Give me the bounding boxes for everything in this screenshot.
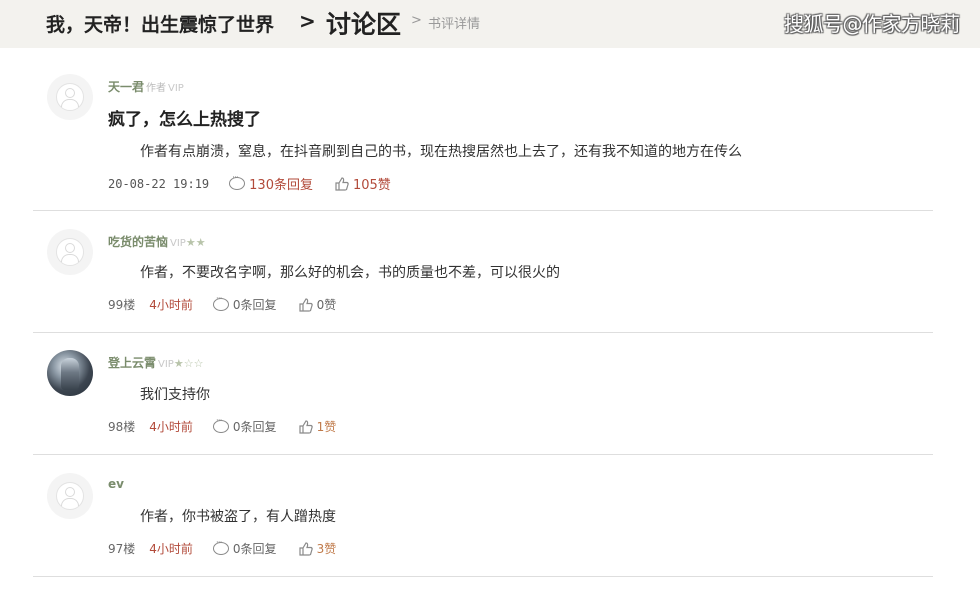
vip-badge: VIP xyxy=(168,83,184,94)
comment-item: 吃货的苦恼 VIP★★ 作者，不要改名字啊，那么好的机会，书的质量也不差，可以很火… xyxy=(33,211,933,333)
comment-item: 登上云霄VIP★☆☆ 我们支持你 98楼 4小时前 0条回复 1赞 xyxy=(33,333,933,455)
post-author[interactable]: 天一君 作者 VIP xyxy=(108,78,184,95)
comment-author[interactable]: 吃货的苦恼 VIP★★ xyxy=(108,233,206,250)
floor-number: 97楼 xyxy=(108,542,136,556)
reply-button[interactable]: 0条回复 xyxy=(212,416,277,435)
floor-number: 99楼 xyxy=(108,298,136,312)
reply-count: 0条回复 xyxy=(232,298,277,312)
breadcrumb-forum[interactable]: 讨论区 xyxy=(326,5,401,41)
like-button[interactable]: 3赞 xyxy=(298,540,337,557)
post-meta: 20-08-22 19:19 130条回复 105赞 xyxy=(108,173,391,193)
thumbs-up-icon xyxy=(298,419,313,434)
like-button[interactable]: 1赞 xyxy=(298,418,337,435)
comment-author[interactable]: ev xyxy=(108,477,124,491)
watermark: 搜狐号@作家方晓莉 xyxy=(784,12,960,36)
comment-meta: 97楼 4小时前 0条回复 3赞 xyxy=(108,538,337,557)
comment-bubble-icon xyxy=(212,294,229,311)
comment-time: 4小时前 xyxy=(149,542,193,556)
reply-button[interactable]: 130条回复 xyxy=(229,173,313,193)
like-count: 105赞 xyxy=(352,178,391,193)
comment-item: ev 作者，你书被盗了，有人蹭热度 97楼 4小时前 0条回复 3赞 xyxy=(33,455,933,577)
star-rating: ★★ xyxy=(185,236,206,249)
reply-button[interactable]: 0条回复 xyxy=(212,294,277,313)
comment-content: 我们支持你 xyxy=(140,387,210,403)
like-count: 1赞 xyxy=(316,420,337,434)
thumbs-up-icon xyxy=(298,297,313,312)
vip-badge: VIP xyxy=(158,359,174,370)
thumbs-up-icon xyxy=(298,541,313,556)
comment-content: 作者，你书被盗了，有人蹭热度 xyxy=(140,509,336,525)
reply-count: 130条回复 xyxy=(249,178,313,193)
star-rating: ★☆☆ xyxy=(173,357,204,370)
user-avatar-photo[interactable] xyxy=(47,350,93,396)
vip-badge: VIP xyxy=(170,238,186,249)
comment-meta: 98楼 4小时前 0条回复 1赞 xyxy=(108,416,337,435)
post-date: 20-08-22 19:19 xyxy=(108,176,210,191)
reply-count: 0条回复 xyxy=(232,542,277,556)
comment-bubble-icon xyxy=(212,416,229,433)
reply-button[interactable]: 0条回复 xyxy=(212,538,277,557)
reply-count: 0条回复 xyxy=(232,420,277,434)
username[interactable]: 登上云霄 xyxy=(108,356,156,370)
comment-time: 4小时前 xyxy=(149,298,193,312)
floor-number: 98楼 xyxy=(108,420,136,434)
comment-bubble-icon xyxy=(212,538,229,555)
comment-time: 4小时前 xyxy=(149,420,193,434)
post-title: 疯了，怎么上热搜了 xyxy=(108,110,261,130)
like-count: 0赞 xyxy=(316,298,337,312)
breadcrumb-book-title[interactable]: 我，天帝！出生震惊了世界 xyxy=(46,10,274,37)
comment-bubble-icon xyxy=(229,173,246,190)
username[interactable]: 吃货的苦恼 xyxy=(108,235,168,249)
breadcrumb-separator-small: > xyxy=(411,13,422,28)
comment-author[interactable]: 登上云霄 VIP★☆☆ xyxy=(108,354,203,371)
author-tag: 作者 xyxy=(146,83,167,94)
comment-meta: 99楼 4小时前 0条回复 0赞 xyxy=(108,294,337,313)
breadcrumb-review-detail: 书评详情 xyxy=(428,17,481,32)
username[interactable]: 天一君 xyxy=(108,80,144,94)
default-avatar-icon[interactable] xyxy=(47,473,93,519)
top-bar: 我，天帝！出生震惊了世界 > 讨论区 > 书评详情 搜狐号@作家方晓莉 xyxy=(0,0,980,48)
breadcrumb-separator: > xyxy=(299,9,316,33)
default-avatar-icon[interactable] xyxy=(47,74,93,120)
like-button[interactable]: 105赞 xyxy=(335,174,391,193)
like-count: 3赞 xyxy=(316,542,337,556)
username[interactable]: ev xyxy=(108,477,124,491)
comment-content: 作者，不要改名字啊，那么好的机会，书的质量也不差，可以很火的 xyxy=(140,265,560,281)
post-content: 作者有点崩溃，窒息，在抖音刷到自己的书，现在热搜居然也上去了，还有我不知道的地方… xyxy=(140,144,742,160)
like-button[interactable]: 0赞 xyxy=(298,296,337,313)
thumbs-up-icon xyxy=(335,176,349,191)
default-avatar-icon[interactable] xyxy=(47,229,93,275)
main-post: 天一君 作者 VIP 疯了，怎么上热搜了 作者有点崩溃，窒息，在抖音刷到自己的书，现… xyxy=(33,48,933,211)
